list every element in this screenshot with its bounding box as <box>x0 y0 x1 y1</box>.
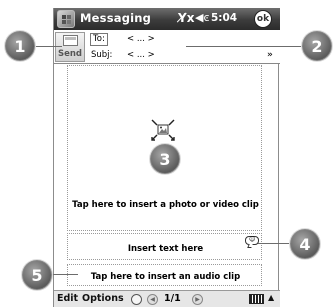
menu-bar: Edit Options ◀ 1/1 ▶ ▲ <box>54 290 280 307</box>
send-label: Send <box>57 49 83 59</box>
expand-header-icon[interactable]: » <box>267 50 273 60</box>
clock[interactable]: 5:04 <box>211 12 237 24</box>
text-slot[interactable]: ☺ Insert text here <box>67 233 262 260</box>
text-label: Insert text here <box>127 244 204 254</box>
slide-radio-icon[interactable] <box>131 294 142 305</box>
subject-field[interactable]: < ... > <box>127 49 155 61</box>
photo-video-label: Tap here to insert a photo or video clip <box>72 200 259 210</box>
callout-2: 2 <box>302 31 332 61</box>
keyboard-icon[interactable] <box>249 294 264 304</box>
app-title: Messaging <box>80 11 152 25</box>
insert-photo-icon <box>151 119 175 141</box>
edit-menu[interactable]: Edit <box>57 293 78 304</box>
next-slide-button[interactable]: ▶ <box>192 294 203 305</box>
callout-2-leader <box>186 46 306 47</box>
callout-4-leader <box>258 243 292 244</box>
send-button[interactable]: Send <box>55 32 85 62</box>
callout-4: 4 <box>290 229 320 259</box>
screenshot-stage: Messaging Y̸x ◀ͼ 5:04 ok Send To: < ... … <box>0 0 333 307</box>
audio-slot[interactable]: Tap here to insert an audio clip <box>67 264 262 286</box>
start-menu-icon[interactable] <box>57 10 75 28</box>
title-bar: Messaging Y̸x ◀ͼ 5:04 ok <box>54 8 280 30</box>
input-panel-arrow-icon[interactable]: ▲ <box>268 293 274 302</box>
previous-slide-button[interactable]: ◀ <box>147 294 158 305</box>
subject-label: Subj: <box>91 50 113 60</box>
slide-counter: 1/1 <box>164 293 181 304</box>
message-header: Send To: < ... > Subj: < ... > » <box>54 30 280 64</box>
callout-3: 3 <box>150 144 180 174</box>
callout-1-leader <box>34 46 62 47</box>
to-button[interactable]: To: <box>90 33 108 46</box>
callout-1: 1 <box>5 31 35 61</box>
callout-5: 5 <box>22 260 52 290</box>
signal-off-icon[interactable]: Y̸x <box>178 11 194 25</box>
send-envelope-icon <box>63 35 78 46</box>
to-field[interactable]: < ... > <box>127 33 155 45</box>
ok-button[interactable]: ok <box>254 10 272 28</box>
options-menu[interactable]: Options <box>82 293 124 304</box>
audio-label: Tap here to insert an audio clip <box>90 272 241 282</box>
volume-icon[interactable]: ◀ͼ <box>195 11 210 24</box>
